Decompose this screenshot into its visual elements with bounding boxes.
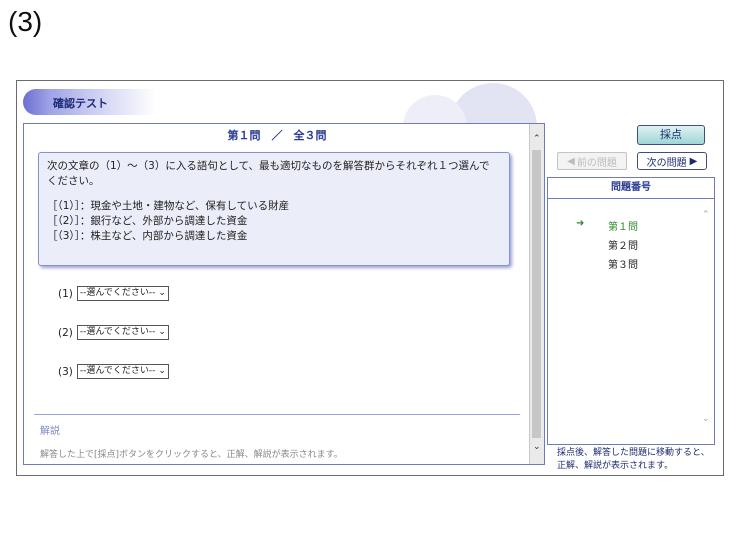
scroll-up-icon[interactable]: ⌃	[702, 210, 710, 220]
question-counter: 第１問 ／ 全３問	[227, 129, 327, 142]
answer-row-1: (1) --選んでください-- ⌄	[58, 286, 169, 301]
grade-button[interactable]: 採点	[637, 125, 705, 145]
question-item: ［（3）］：株主など、内部から調達した資金	[47, 230, 248, 242]
answer-row-2: (2) --選んでください-- ⌄	[58, 325, 169, 340]
divider	[34, 414, 520, 415]
figure-label: (3)	[8, 6, 43, 37]
question-item: ［（1）］：現金や土地・建物など、保有している財産	[47, 200, 290, 212]
triangle-right-icon: ▶	[689, 155, 698, 167]
scroll-down-icon[interactable]: ⌄	[702, 414, 710, 424]
grading-note: 採点後、解答した問題に移動すると、 正解、解説が表示されます。	[557, 448, 710, 471]
explanation-text: 解答した上で[採点]ボタンをクリックすると、正解、解説が表示されます。	[40, 450, 343, 460]
header-banner: 確認テスト	[23, 89, 213, 115]
question-item: ［（2）］：銀行など、外部から調達した資金	[47, 215, 248, 227]
explanation-title: 解説	[40, 426, 60, 437]
answer-label: (1)	[58, 287, 73, 300]
chevron-down-icon: ⌄	[158, 288, 166, 298]
answer-select-3[interactable]: --選んでください-- ⌄	[76, 364, 169, 379]
answer-label: (3)	[58, 365, 73, 378]
answer-row-3: (3) --選んでください-- ⌄	[58, 364, 169, 379]
triangle-left-icon: ◀	[567, 155, 575, 167]
prev-question-button[interactable]: ◀ 前の問題	[557, 152, 627, 170]
question-list-scrollbar[interactable]: ⌃ ⌄	[702, 202, 712, 440]
question-panel: 第１問 ／ 全３問 次の文章の（1）～（3）に入る語句として、最も適切なものを解…	[23, 123, 545, 465]
scroll-down-icon[interactable]: ⌄	[533, 442, 541, 452]
answer-select-2[interactable]: --選んでください-- ⌄	[76, 325, 169, 340]
chevron-down-icon: ⌄	[158, 366, 166, 376]
answer-label: (2)	[58, 326, 73, 339]
scrollbar-thumb[interactable]	[532, 150, 541, 438]
chevron-down-icon: ⌄	[158, 327, 166, 337]
page-title: 確認テスト	[53, 97, 108, 110]
question-list-title: 問題番号	[548, 178, 714, 199]
scrollbar[interactable]: ⌃ ⌄	[529, 124, 544, 464]
answer-select-1[interactable]: --選んでください-- ⌄	[76, 286, 169, 301]
arrow-right-icon: ➜	[576, 218, 585, 229]
app-window: 確認テスト 第１問 ／ 全３問 次の文章の（1）～（3）に入る語句として、最も適…	[16, 80, 724, 476]
question-list-panel: 問題番号 ➜ 第１問 第２問 第３問 ⌃ ⌄	[547, 177, 715, 445]
next-question-button[interactable]: 次の問題 ▶	[637, 152, 707, 170]
question-prompt-line: ください。	[47, 175, 100, 187]
scroll-up-icon[interactable]: ⌃	[533, 134, 541, 144]
question-box: 次の文章の（1）～（3）に入る語句として、最も適切なものを解答群からそれぞれ１つ…	[38, 152, 510, 266]
question-prompt-line: 次の文章の（1）～（3）に入る語句として、最も適切なものを解答群からそれぞれ１つ…	[47, 160, 490, 172]
